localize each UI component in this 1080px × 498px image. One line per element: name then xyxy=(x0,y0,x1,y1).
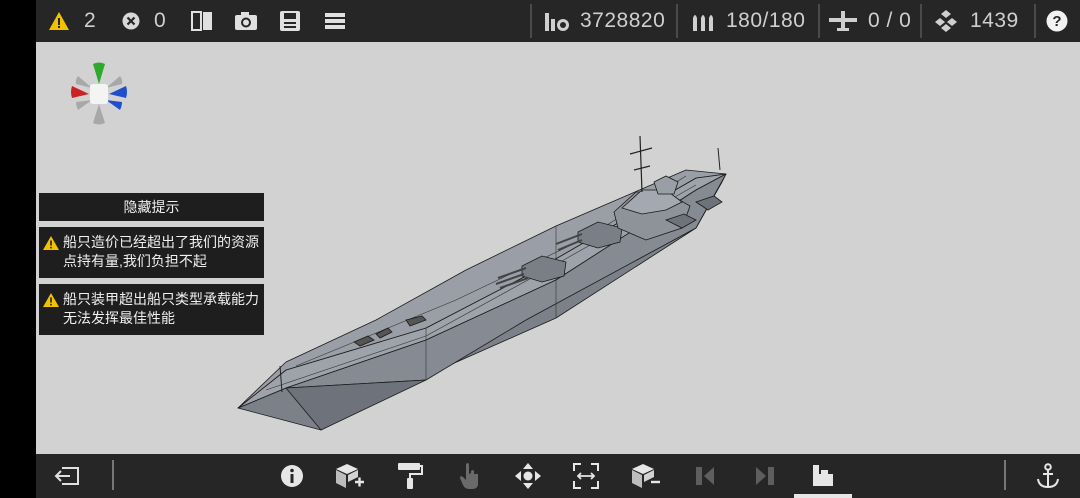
add-block-icon xyxy=(336,464,364,488)
warning-icon xyxy=(49,12,69,30)
resources-display[interactable]: 1439 xyxy=(932,0,1019,42)
error-icon xyxy=(122,12,140,30)
menu-button[interactable] xyxy=(324,0,346,42)
aircraft-icon xyxy=(829,11,857,31)
coins-icon xyxy=(545,13,569,31)
hand-pointer-icon xyxy=(460,463,478,489)
split-view-icon xyxy=(191,11,212,31)
divider xyxy=(530,4,532,38)
anchor-icon xyxy=(1037,463,1059,489)
resize-button[interactable] xyxy=(566,454,606,498)
save-button[interactable] xyxy=(279,0,301,42)
divider xyxy=(676,4,678,38)
ammo-display[interactable]: 180/180 xyxy=(690,0,805,42)
cost-value: 3728820 xyxy=(580,9,666,32)
gizmo-z-back[interactable] xyxy=(75,76,92,88)
exit-button[interactable] xyxy=(48,454,88,498)
divider xyxy=(112,460,114,490)
ammo-icon xyxy=(693,15,713,31)
next-button[interactable] xyxy=(744,454,784,498)
divider xyxy=(818,4,820,38)
hide-tips-label: 隐藏提示 xyxy=(123,199,180,215)
help-icon: ? xyxy=(1046,10,1068,32)
next-icon xyxy=(756,467,774,485)
split-view-button[interactable] xyxy=(190,0,214,42)
resources-icon xyxy=(935,10,957,32)
ammo-value: 180/180 xyxy=(726,9,806,32)
cost-display[interactable]: 3728820 xyxy=(544,0,665,42)
aircraft-display[interactable]: 0 / 0 xyxy=(828,0,911,42)
warning-icon xyxy=(43,293,59,307)
warning-icon xyxy=(43,236,59,250)
remove-block-icon xyxy=(632,464,660,488)
resources-value: 1439 xyxy=(970,9,1019,32)
gizmo-y-positive[interactable] xyxy=(93,62,105,85)
divider xyxy=(1004,460,1006,490)
info-button[interactable] xyxy=(272,454,312,498)
screenshot-button[interactable] xyxy=(234,0,258,42)
orientation-gizmo[interactable] xyxy=(70,62,130,126)
gizmo-x-negative[interactable] xyxy=(71,86,89,98)
add-block-button[interactable] xyxy=(330,454,370,498)
exit-icon xyxy=(54,467,79,485)
anchor-button[interactable] xyxy=(1028,454,1068,498)
divider xyxy=(920,4,922,38)
paint-button[interactable] xyxy=(390,454,430,498)
gizmo-y-negative[interactable] xyxy=(93,104,105,125)
previous-button[interactable] xyxy=(686,454,726,498)
errors-counter[interactable]: 0 xyxy=(122,0,166,42)
help-button[interactable]: ? xyxy=(1046,0,1068,42)
errors-count: 0 xyxy=(154,9,167,32)
gizmo-z-front-right[interactable] xyxy=(106,100,122,110)
screenshot-icon xyxy=(235,12,257,30)
active-tab-indicator xyxy=(794,494,852,498)
top-bar: 2 0 3728820 180/180 0 / 0 1439 ? xyxy=(36,0,1080,42)
gizmo-center[interactable] xyxy=(90,84,108,104)
ship-silhouette-icon xyxy=(813,465,833,486)
remove-block-button[interactable] xyxy=(626,454,666,498)
warnings-counter[interactable]: 2 xyxy=(48,0,96,42)
gizmo-axes xyxy=(71,62,127,125)
warnings-count: 2 xyxy=(84,9,97,32)
move-button[interactable] xyxy=(508,454,548,498)
gizmo-z-back-right[interactable] xyxy=(106,76,123,88)
gizmo-x-positive[interactable] xyxy=(109,86,127,98)
resize-icon xyxy=(573,463,599,489)
paint-roller-icon xyxy=(398,463,423,489)
divider xyxy=(1034,4,1036,38)
previous-icon xyxy=(696,467,714,485)
save-icon xyxy=(280,11,300,31)
move-icon xyxy=(515,463,541,489)
svg-text:?: ? xyxy=(1052,13,1061,30)
select-button[interactable] xyxy=(450,454,490,498)
ship-model[interactable] xyxy=(226,130,746,450)
gizmo-z-front[interactable] xyxy=(76,100,92,110)
app-window: 2 0 3728820 180/180 0 / 0 1439 ? 隐藏提示 船只… xyxy=(36,0,1080,498)
info-icon xyxy=(281,465,303,487)
menu-icon xyxy=(325,13,345,29)
aircraft-value: 0 / 0 xyxy=(868,9,912,32)
bottom-toolbar xyxy=(36,454,1080,498)
ship-view-button[interactable] xyxy=(803,454,843,498)
